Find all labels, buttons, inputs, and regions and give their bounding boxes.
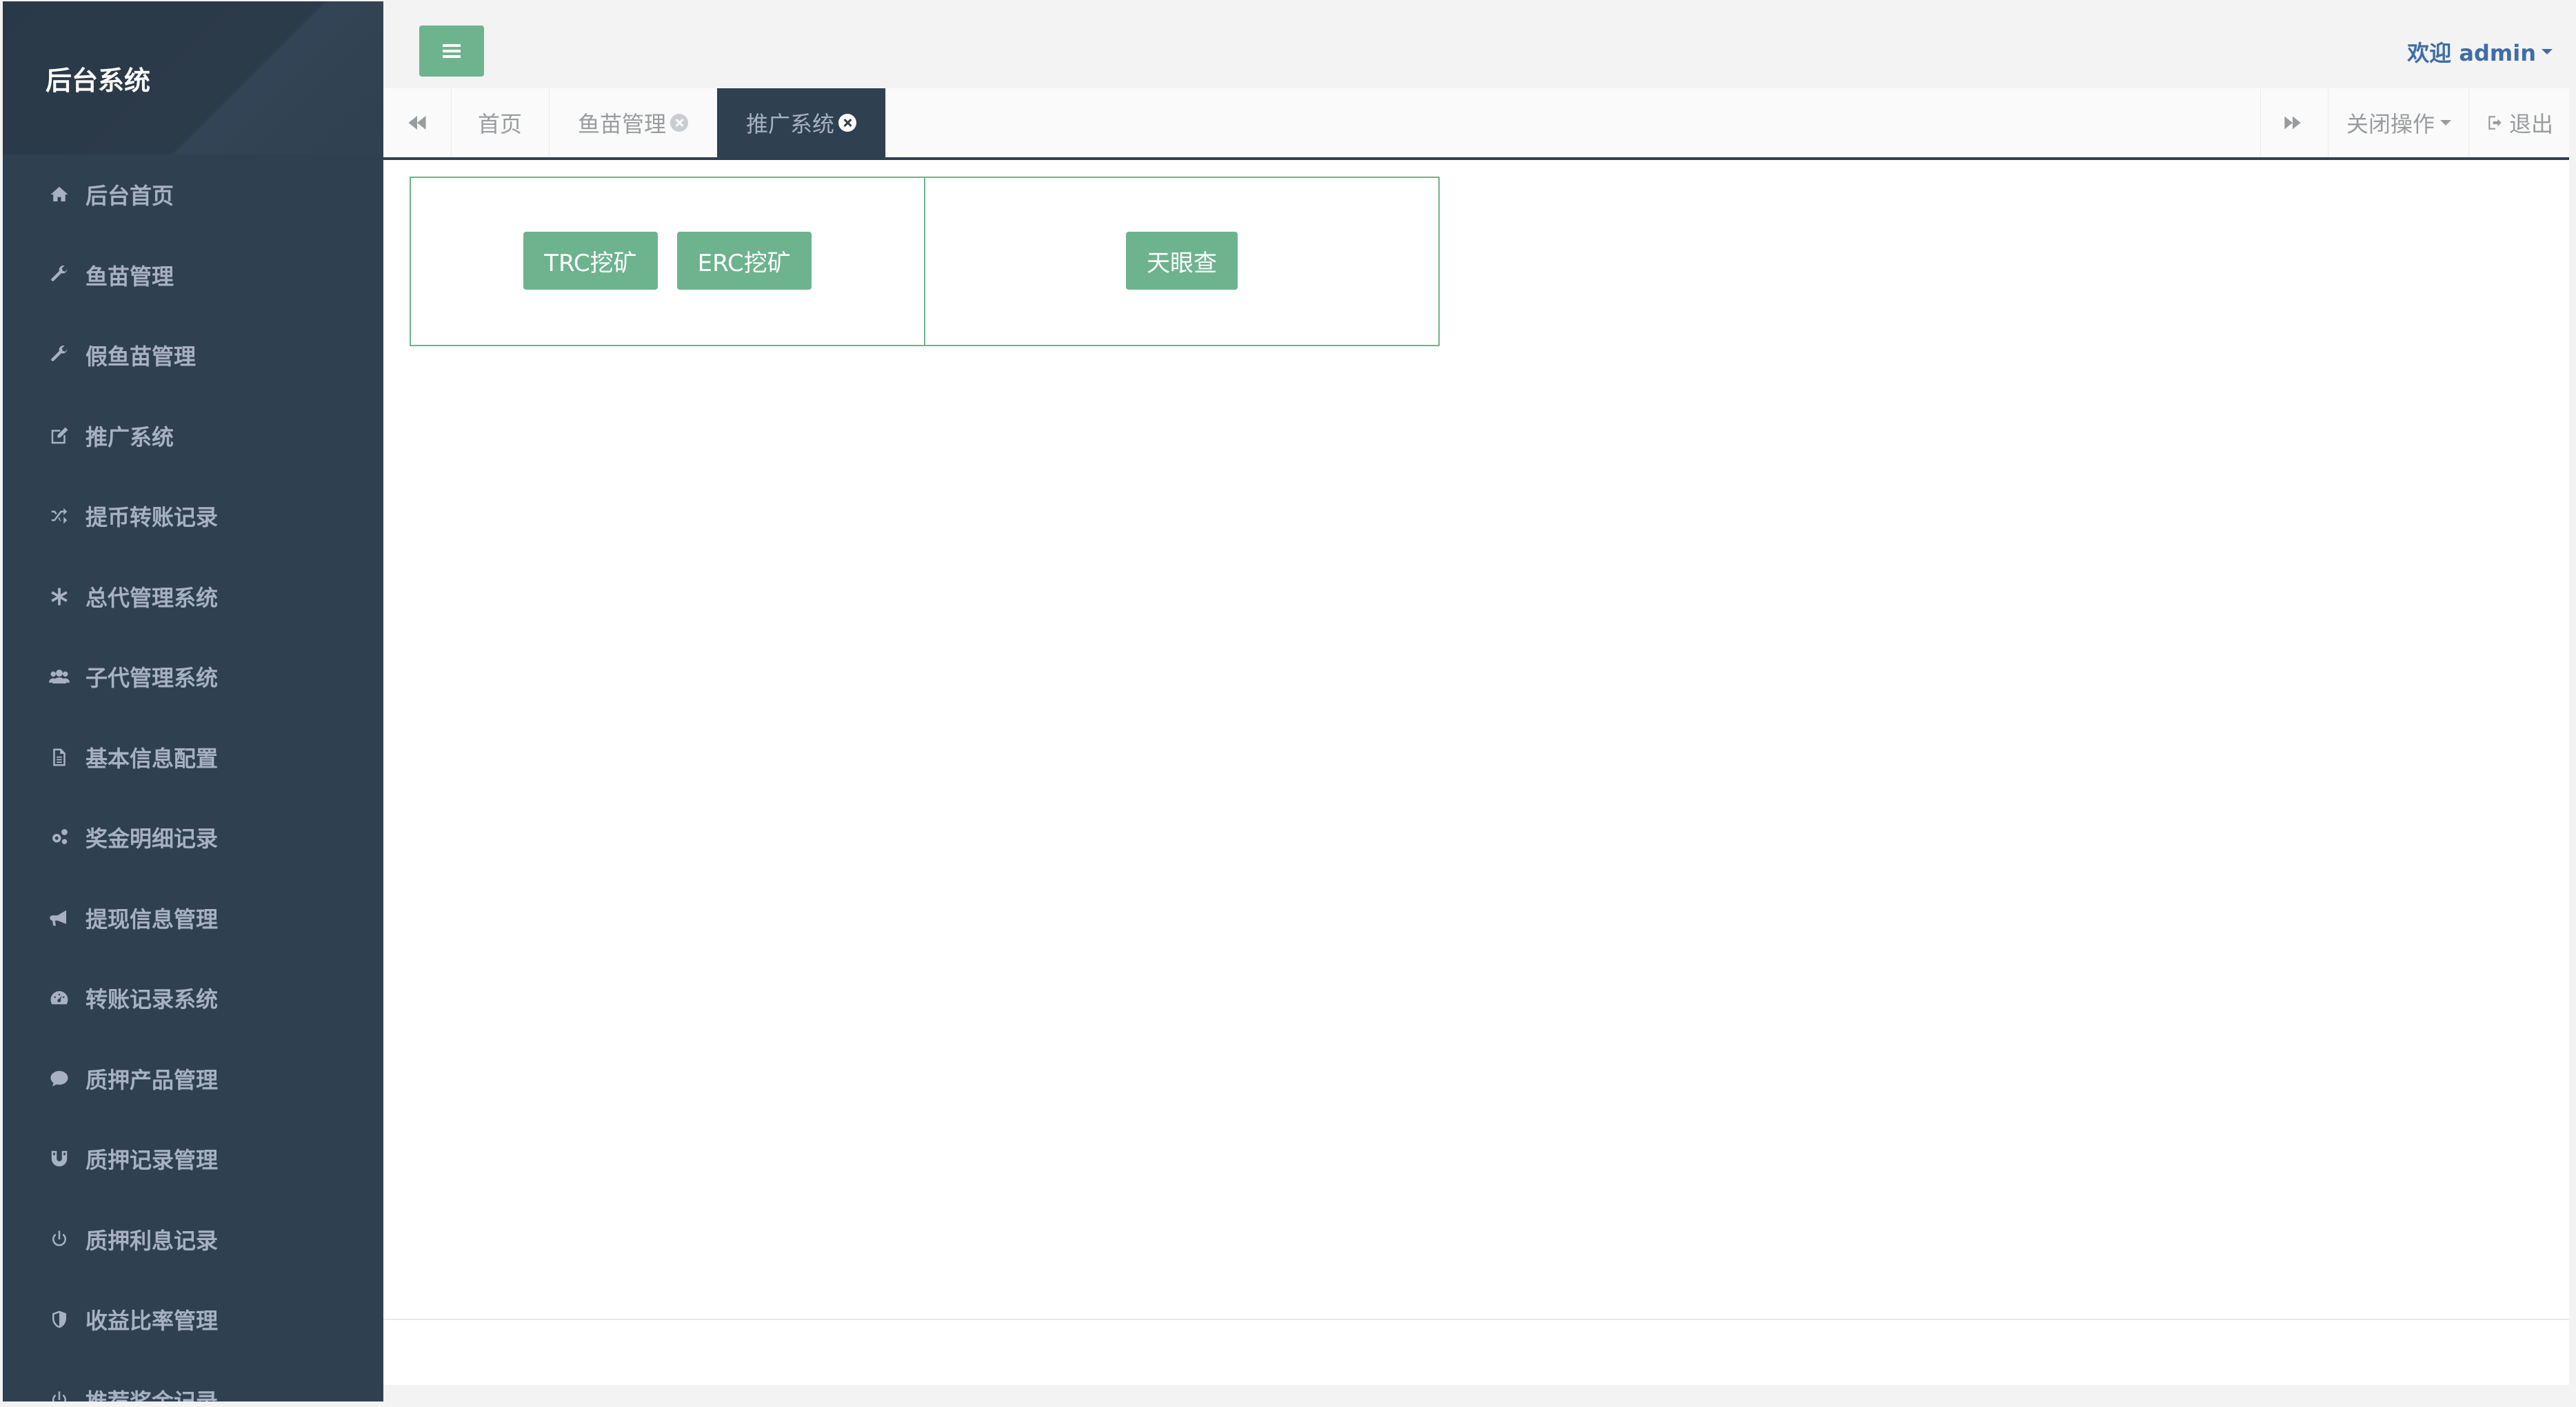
- logout-button[interactable]: 退出: [2468, 88, 2569, 157]
- edit-icon: [46, 422, 73, 450]
- logout-label: 退出: [2508, 111, 2553, 137]
- shuffle-icon: [46, 502, 73, 530]
- sidebar-item-label: 质押产品管理: [85, 1066, 219, 1093]
- sidebar-item-home[interactable]: 后台首页: [3, 154, 383, 235]
- tab-home[interactable]: 首页: [451, 88, 550, 157]
- close-tab-icon[interactable]: [670, 114, 688, 132]
- sidebar-item-label: 转账记录系统: [85, 986, 219, 1013]
- tianyancha-button[interactable]: 天眼查: [1126, 232, 1238, 290]
- sidebar-item-general-agent[interactable]: 总代管理系统: [3, 557, 383, 637]
- sidebar-item-label: 收益比率管理: [85, 1308, 219, 1335]
- dashboard-icon: [46, 984, 73, 1012]
- sidebar-item-label: 质押利息记录: [85, 1227, 219, 1254]
- sidebar-nav: 后台首页 鱼苗管理 假鱼苗管理 推广系统 提币转账记录 总代管理系统 子代管理系…: [3, 154, 383, 1401]
- close-operations-label: 关闭操作: [2346, 111, 2435, 137]
- sidebar-item-transfer-records[interactable]: 转账记录系统: [3, 958, 383, 1039]
- sidebar-item-pledge-records[interactable]: 质押记录管理: [3, 1119, 383, 1199]
- welcome-text: 欢迎 admin: [2407, 40, 2536, 66]
- sidebar-item-bonus-details[interactable]: 奖金明细记录: [3, 797, 383, 878]
- wrench-icon: [46, 261, 73, 289]
- sidebar-item-withdraw-info[interactable]: 提现信息管理: [3, 878, 383, 959]
- tab-label: 首页: [477, 111, 522, 137]
- power-icon: [46, 1226, 73, 1253]
- sidebar-item-yield-ratio[interactable]: 收益比率管理: [3, 1279, 383, 1360]
- gears-icon: [46, 824, 73, 851]
- sidebar: 后台系统 后台首页 鱼苗管理 假鱼苗管理 推广系统 提币转账记录 总代管理系统 …: [3, 1, 383, 1401]
- scroll-tabs-right-button[interactable]: [2260, 88, 2328, 157]
- sidebar-item-label: 提现信息管理: [85, 906, 219, 932]
- footer: [383, 1319, 2569, 1386]
- main-content: TRC挖矿 ERC挖矿 天眼查: [383, 160, 2569, 1319]
- caret-down-icon: [2440, 120, 2451, 126]
- sidebar-item-fake-fry-management[interactable]: 假鱼苗管理: [3, 315, 383, 396]
- sidebar-item-fry-management[interactable]: 鱼苗管理: [3, 235, 383, 316]
- lookup-panel: 天眼查: [924, 177, 1440, 346]
- scroll-tabs-left-button[interactable]: [383, 88, 452, 157]
- user-menu[interactable]: 欢迎 admin: [2407, 36, 2553, 68]
- sidebar-item-label: 推广系统: [85, 423, 174, 450]
- close-operations-dropdown[interactable]: 关闭操作: [2328, 88, 2469, 157]
- backward-icon: [408, 116, 426, 130]
- asterisk-icon: [46, 583, 73, 610]
- tab-bar: 首页 鱼苗管理 推广系统 关闭操作 退出: [383, 88, 2569, 160]
- file-icon: [46, 744, 73, 771]
- bullhorn-icon: [46, 904, 73, 932]
- hamburger-icon: [443, 44, 461, 58]
- sidebar-item-sub-agent[interactable]: 子代管理系统: [3, 637, 383, 717]
- sidebar-item-withdraw-transfer[interactable]: 提币转账记录: [3, 476, 383, 557]
- sidebar-item-label: 提币转账记录: [85, 504, 219, 531]
- sidebar-item-label: 奖金明细记录: [85, 826, 219, 852]
- trc-mining-button[interactable]: TRC挖矿: [523, 232, 658, 290]
- menu-toggle-button[interactable]: [419, 26, 484, 77]
- sidebar-item-label: 后台首页: [85, 183, 174, 210]
- tab-promotion[interactable]: 推广系统: [717, 88, 886, 157]
- tab-label: 鱼苗管理: [577, 111, 666, 137]
- app-title: 后台系统: [46, 66, 151, 96]
- tab-label: 推广系统: [745, 111, 834, 137]
- sidebar-item-label: 基本信息配置: [85, 745, 219, 772]
- sidebar-item-pledge-products[interactable]: 质押产品管理: [3, 1039, 383, 1119]
- forward-icon: [2284, 116, 2301, 130]
- close-tab-icon[interactable]: [838, 114, 856, 132]
- top-header: 欢迎 admin: [383, 1, 2569, 89]
- sidebar-item-label: 质押记录管理: [85, 1147, 219, 1174]
- bottom-strip: [383, 1385, 2569, 1401]
- sidebar-item-label: 推荐奖金记录: [85, 1388, 219, 1401]
- sidebar-item-label: 总代管理系统: [85, 584, 219, 611]
- magnet-icon: [46, 1145, 73, 1172]
- erc-mining-button[interactable]: ERC挖矿: [676, 232, 812, 290]
- comment-icon: [46, 1065, 73, 1092]
- power-icon: [46, 1386, 73, 1401]
- sidebar-item-label: 鱼苗管理: [85, 263, 174, 290]
- shield-icon: [46, 1306, 73, 1333]
- caret-down-icon: [2542, 49, 2553, 54]
- sidebar-header: 后台系统: [3, 1, 383, 154]
- wrench-icon: [46, 341, 73, 369]
- sidebar-item-promotion[interactable]: 推广系统: [3, 396, 383, 477]
- sidebar-item-referral-bonus[interactable]: 推荐奖金记录: [3, 1360, 383, 1401]
- sidebar-item-label: 假鱼苗管理: [85, 343, 197, 370]
- sign-out-icon: [2488, 116, 2502, 130]
- app-window: 后台系统 后台首页 鱼苗管理 假鱼苗管理 推广系统 提币转账记录 总代管理系统 …: [3, 1, 2569, 1401]
- sidebar-item-basic-config[interactable]: 基本信息配置: [3, 717, 383, 798]
- tab-fry-management[interactable]: 鱼苗管理: [549, 88, 718, 157]
- sidebar-item-pledge-interest[interactable]: 质押利息记录: [3, 1199, 383, 1280]
- mining-panel: TRC挖矿 ERC挖矿: [410, 177, 925, 346]
- home-icon: [46, 181, 73, 208]
- users-icon: [46, 663, 73, 690]
- sidebar-item-label: 子代管理系统: [85, 665, 219, 692]
